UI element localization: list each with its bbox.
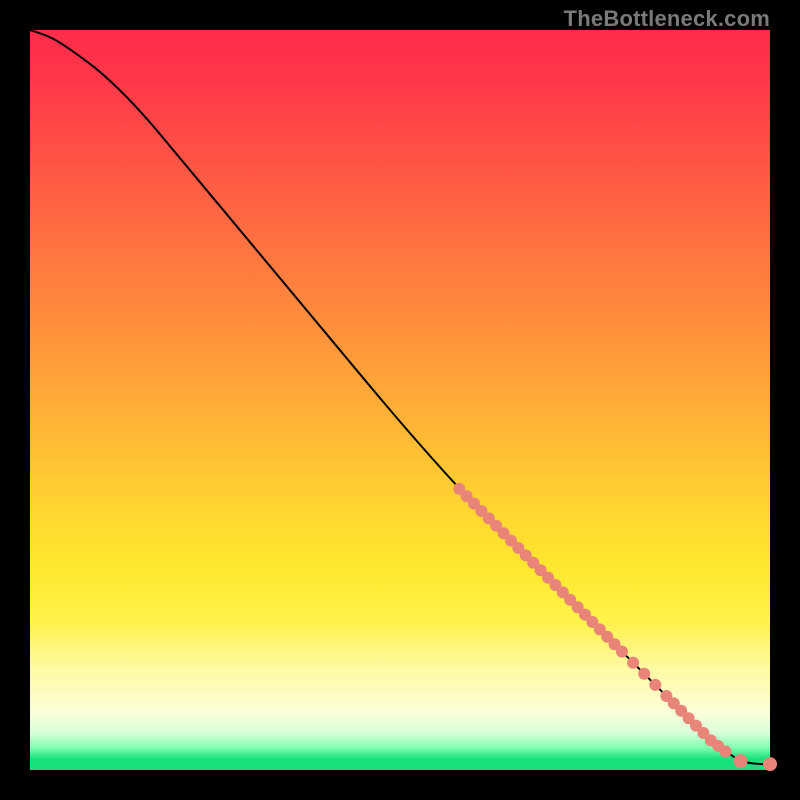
chart-frame: TheBottleneck.com (0, 0, 800, 800)
data-point (638, 668, 650, 680)
data-point (627, 657, 639, 669)
curve-line (30, 30, 770, 764)
chart-overlay-svg (30, 30, 770, 770)
data-point (616, 646, 628, 658)
data-point (649, 679, 661, 691)
data-point (733, 754, 747, 768)
watermark-text: TheBottleneck.com (564, 6, 770, 32)
data-point (763, 757, 777, 771)
data-point (720, 746, 732, 758)
data-points-group (453, 483, 777, 771)
